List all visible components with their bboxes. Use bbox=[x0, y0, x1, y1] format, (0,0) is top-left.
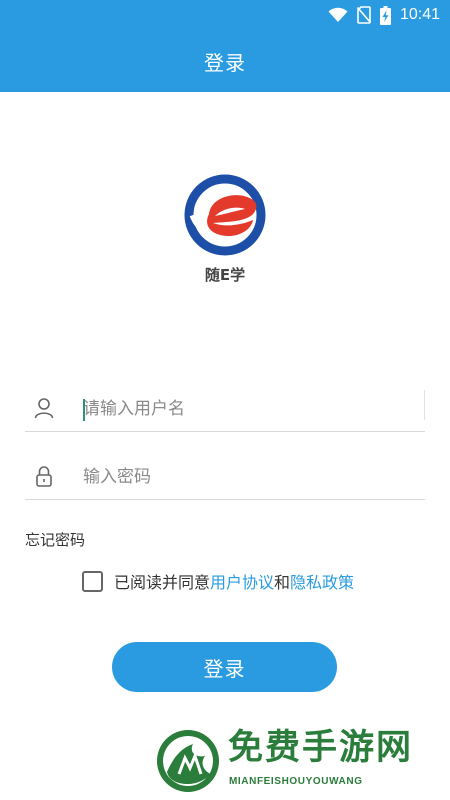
status-bar: 10:41 bbox=[0, 0, 450, 30]
watermark-subtitle: MIANFEISHOUYOUWANG bbox=[229, 776, 363, 787]
status-time: 10:41 bbox=[399, 6, 440, 23]
app-logo-icon bbox=[184, 174, 266, 256]
privacy-policy-link[interactable]: 隐私政策 bbox=[290, 573, 354, 592]
watermark-logo-icon bbox=[157, 730, 219, 792]
agreement-row: 已阅读并同意用户协议和隐私政策 bbox=[82, 569, 354, 593]
user-agreement-link[interactable]: 用户协议 bbox=[210, 573, 274, 592]
agreement-checkbox[interactable] bbox=[82, 570, 103, 592]
page-title: 登录 bbox=[204, 50, 246, 75]
app-name: 随E学 bbox=[204, 266, 246, 284]
login-button[interactable]: 登录 bbox=[112, 642, 337, 692]
status-icons: 10:41 bbox=[328, 5, 440, 25]
title-bar: 登录 bbox=[0, 30, 450, 92]
agreement-text: 已阅读并同意用户协议和隐私政策 bbox=[114, 569, 354, 593]
text-cursor bbox=[83, 399, 85, 421]
password-input[interactable] bbox=[83, 462, 413, 492]
watermark-title: 免费手游网 bbox=[228, 727, 414, 768]
wifi-icon bbox=[328, 7, 348, 22]
app-logo bbox=[175, 170, 275, 260]
username-input[interactable] bbox=[83, 394, 413, 424]
lock-icon bbox=[36, 466, 52, 487]
no-sim-icon bbox=[356, 6, 371, 24]
agreement-connector: 和 bbox=[274, 573, 291, 592]
field-edge bbox=[424, 390, 425, 420]
battery-charging-icon bbox=[379, 5, 391, 25]
agreement-prefix: 已阅读并同意 bbox=[114, 573, 211, 592]
username-field bbox=[25, 386, 425, 432]
forgot-password-link[interactable]: 忘记密码 bbox=[25, 529, 85, 550]
user-icon bbox=[34, 398, 54, 419]
password-field bbox=[25, 454, 425, 500]
